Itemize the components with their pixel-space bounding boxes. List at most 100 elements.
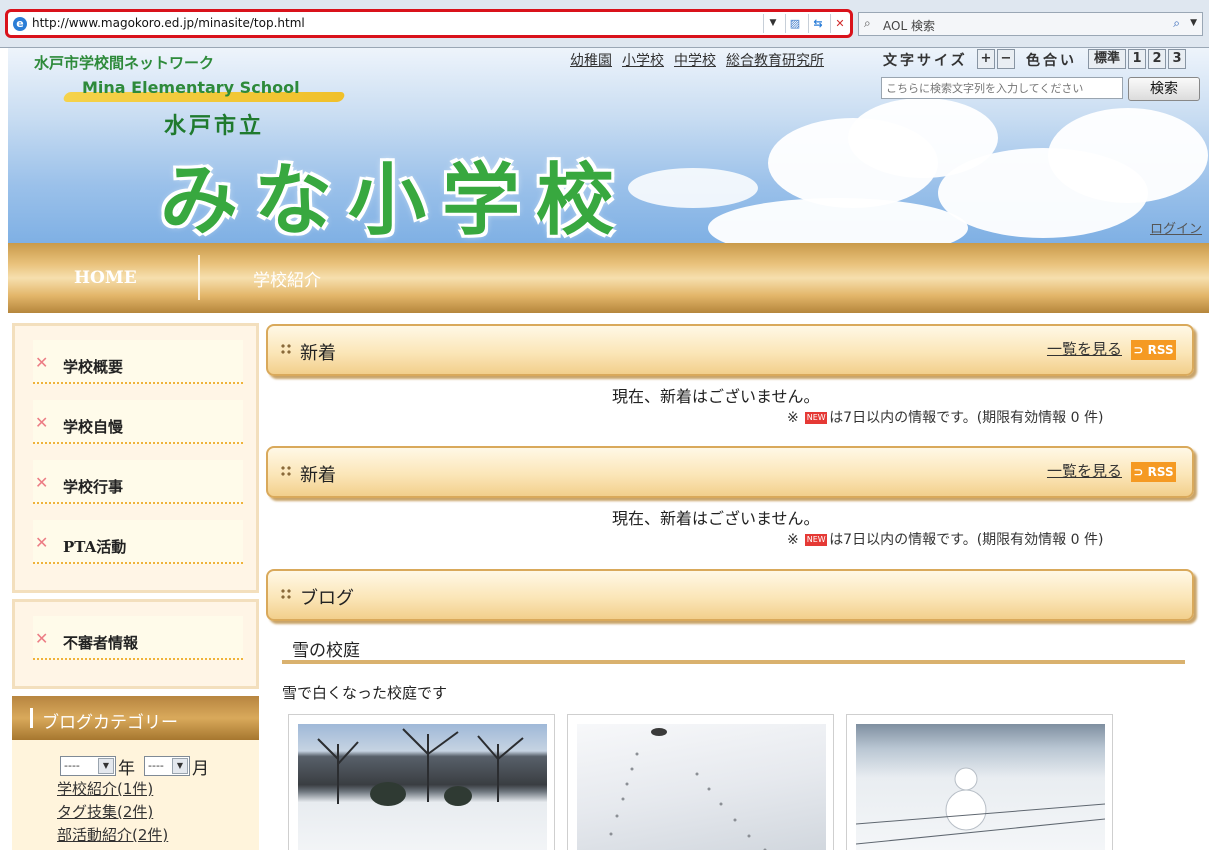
sidebar-item-pta[interactable]: ✕ PTA活動 — [33, 520, 243, 564]
main-nav: HOME 学校紹介 — [8, 243, 1209, 313]
news-block-header: 新着 一覧を見る ⊃ RSS — [266, 446, 1194, 498]
network-title[interactable]: 水戸市学校間ネットワーク — [34, 52, 214, 73]
browser-logo-icon: e — [13, 17, 27, 31]
url-text[interactable]: http://www.magokoro.ed.jp/minasite/top.h… — [32, 16, 305, 30]
blog-photo-frame[interactable] — [288, 714, 555, 850]
snowman-figure — [856, 767, 1105, 845]
flower-bullet-icon: ✕ — [35, 533, 49, 552]
cloud-graphic — [1048, 108, 1208, 203]
year-select[interactable]: ---- ▼ — [60, 756, 116, 776]
nav-school-intro[interactable]: 学校紹介 — [253, 266, 321, 291]
sidebar-item-label: 学校行事 — [63, 478, 124, 496]
refresh-icon[interactable]: ⇆ — [808, 14, 827, 33]
url-history-dropdown-icon[interactable]: ▼ — [763, 14, 782, 33]
browser-address-bar: e http://www.magokoro.ed.jp/minasite/top… — [0, 0, 1209, 48]
snow-footprints-photo — [577, 724, 826, 850]
sidebar-item-label: 不審者情報 — [63, 634, 139, 652]
blog-post-body: 雪で白くなった校庭です — [282, 684, 448, 702]
rss-icon: ⊃ — [1133, 465, 1148, 479]
site-header: 水戸市学校間ネットワーク Mina Elementary School 水戸市立… — [8, 48, 1209, 243]
new-badge-icon: NEW — [805, 534, 828, 546]
news-block-title: 新着 — [300, 343, 336, 364]
rss-icon: ⊃ — [1133, 343, 1148, 357]
link-kindergarten[interactable]: 幼稚園 — [570, 50, 612, 70]
trees-silhouette — [317, 728, 524, 806]
footprints-trail — [609, 728, 767, 850]
no-news-text: 現在、新着はございません。 — [612, 387, 820, 406]
view-list-link[interactable]: 一覧を見る — [1047, 460, 1122, 481]
sidebar-item-school-overview[interactable]: ✕ 学校概要 — [33, 340, 243, 384]
school-name-logo[interactable]: みな小学校 — [160, 138, 630, 243]
link-elementary[interactable]: 小学校 — [622, 50, 664, 70]
top-links: 幼稚園 小学校 中学校 総合教育研究所 — [570, 50, 824, 70]
link-junior-high[interactable]: 中学校 — [674, 50, 716, 70]
blog-photo-frame[interactable] — [846, 714, 1113, 850]
category-link-school-intro[interactable]: 学校紹介(1件) — [57, 778, 153, 799]
new-info-note: ※ NEW は7日以内の情報です。(期限有効情報 0 件) — [787, 407, 1103, 427]
login-link[interactable]: ログイン — [1150, 218, 1202, 237]
color-scheme-label: 色合い — [1026, 53, 1077, 69]
blog-block-title: ブログ — [300, 588, 354, 609]
dropdown-arrow-icon[interactable]: ▼ — [172, 758, 188, 774]
sidebar-menu: ✕ 学校概要 ✕ 学校自慢 ✕ 学校行事 ✕ PTA活動 — [12, 323, 259, 593]
new-badge-icon: NEW — [805, 412, 828, 424]
category-link-club-intro[interactable]: 部活動紹介(2件) — [57, 824, 168, 845]
cloud-graphic — [628, 168, 758, 208]
compatibility-view-icon[interactable]: ▨ — [785, 14, 804, 33]
search-go-icon[interactable]: ⌕ — [1173, 16, 1180, 31]
stop-icon[interactable]: ✕ — [830, 14, 849, 33]
color-1-button[interactable]: 1 — [1128, 49, 1146, 69]
sidebar-item-school-events[interactable]: ✕ 学校行事 — [33, 460, 243, 504]
sidebar-item-label: 学校自慢 — [63, 418, 124, 436]
blog-photo-frame[interactable] — [567, 714, 834, 850]
month-label: 月 — [192, 759, 209, 779]
url-field[interactable]: e http://www.magokoro.ed.jp/minasite/top… — [5, 9, 853, 38]
post-title-rule — [282, 660, 1185, 664]
grip-dots-icon — [280, 588, 292, 600]
blog-post-title[interactable]: 雪の校庭 — [292, 636, 360, 661]
blog-block-header: ブログ — [266, 569, 1194, 621]
search-options-dropdown-icon[interactable]: ▼ — [1190, 18, 1197, 28]
nav-divider — [198, 255, 200, 300]
font-increase-button[interactable]: + — [977, 49, 995, 69]
grip-dots-icon — [280, 465, 292, 477]
new-info-note: ※ NEW は7日以内の情報です。(期限有効情報 0 件) — [787, 529, 1103, 549]
dropdown-arrow-icon[interactable]: ▼ — [98, 758, 114, 774]
month-select[interactable]: ---- ▼ — [144, 756, 190, 776]
sidebar-alert-panel: ✕ 不審者情報 — [12, 599, 259, 689]
note-text: は7日以内の情報です。(期限有効情報 0 件) — [829, 410, 1104, 426]
sidebar-item-label: PTA活動 — [63, 538, 127, 556]
sidebar-item-label: 学校概要 — [63, 358, 124, 376]
site-search-button[interactable]: 検索 — [1128, 77, 1200, 101]
view-list-link[interactable]: 一覧を見る — [1047, 338, 1122, 359]
header-accent-bar — [30, 708, 33, 728]
note-prefix: ※ — [787, 410, 799, 426]
site-search-input[interactable] — [881, 77, 1123, 99]
color-standard-button[interactable]: 標準 — [1088, 49, 1126, 69]
year-select-value: ---- — [64, 759, 80, 772]
flower-bullet-icon: ✕ — [35, 413, 49, 432]
category-link-tag-tips[interactable]: タグ技集(2件) — [57, 801, 153, 822]
font-decrease-button[interactable]: − — [997, 49, 1015, 69]
rss-button[interactable]: ⊃ RSS — [1131, 462, 1176, 482]
font-size-label: 文字サイズ — [883, 53, 968, 69]
snowman-photo — [856, 724, 1105, 850]
rss-label: RSS — [1147, 465, 1174, 479]
link-education-institute[interactable]: 総合教育研究所 — [726, 50, 824, 70]
color-2-button[interactable]: 2 — [1148, 49, 1166, 69]
nav-home[interactable]: HOME — [74, 268, 137, 288]
color-3-button[interactable]: 3 — [1168, 49, 1186, 69]
rss-button[interactable]: ⊃ RSS — [1131, 340, 1176, 360]
sidebar-item-suspicious-person[interactable]: ✕ 不審者情報 — [33, 616, 243, 660]
browser-search-box[interactable]: ⌕ AOL 検索 ⌕ ▼ — [858, 12, 1203, 36]
city-label: 水戸市立 — [164, 114, 265, 139]
cloud-graphic — [708, 198, 968, 243]
flower-bullet-icon: ✕ — [35, 473, 49, 492]
sidebar-item-school-pride[interactable]: ✕ 学校自慢 — [33, 400, 243, 444]
note-text: は7日以内の情報です。(期限有効情報 0 件) — [829, 532, 1104, 548]
news-block-header: 新着 一覧を見る ⊃ RSS — [266, 324, 1194, 376]
blog-category-body: ---- ▼ 年 ---- ▼ 月 学校紹介(1件) タグ技集(2件) 部活動紹… — [12, 740, 259, 850]
browser-search-placeholder: AOL 検索 — [883, 19, 935, 33]
note-prefix: ※ — [787, 532, 799, 548]
year-label: 年 — [118, 759, 135, 779]
